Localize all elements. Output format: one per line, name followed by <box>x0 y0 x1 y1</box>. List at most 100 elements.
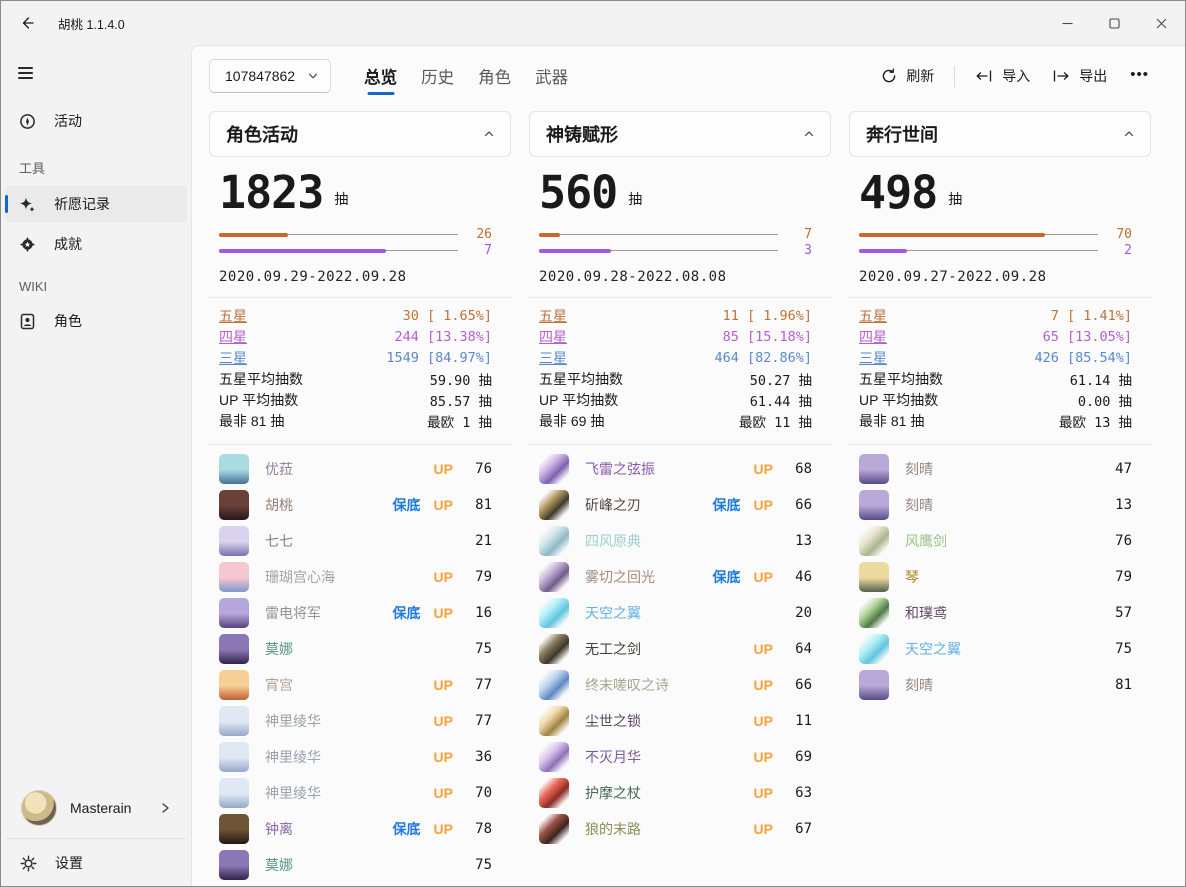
star-filter-link[interactable]: 三星 <box>539 348 567 368</box>
sidebar-divider <box>6 838 186 839</box>
total-pulls-unit: 抽 <box>628 189 642 209</box>
item-pull-count: 13 <box>1106 497 1132 513</box>
refresh-icon <box>881 68 897 84</box>
minimize-button[interactable] <box>1044 1 1091 45</box>
export-label: 导出 <box>1079 66 1107 86</box>
item-name: 刻晴 <box>905 675 1093 695</box>
star-filter-link[interactable]: 五星 <box>859 306 887 326</box>
nav-menu-button[interactable] <box>15 57 51 89</box>
banner-header[interactable]: 神铸赋形 <box>529 111 831 157</box>
stat-row: 五星平均抽数 61.14 抽 <box>859 369 1132 390</box>
list-item: 雷电将军 保底UP16 <box>219 595 492 631</box>
stat-row: UP 平均抽数 61.44 抽 <box>539 390 812 411</box>
star-filter-link[interactable]: 三星 <box>219 348 247 368</box>
item-avatar <box>859 490 889 520</box>
item-avatar <box>219 634 249 664</box>
item-name: 珊瑚宫心海 <box>265 567 421 587</box>
guarantee-badge: 保底 <box>713 495 741 515</box>
item-avatar <box>859 598 889 628</box>
item-avatar <box>219 814 249 844</box>
up-badge: UP <box>754 569 773 585</box>
toolbar: 107847862 总览 历史 角色 武器 刷新 <box>192 46 1185 98</box>
item-pull-count: 75 <box>466 857 492 873</box>
up-badge: UP <box>754 749 773 765</box>
stat-row: 三星 426 [85.54%] <box>859 348 1132 369</box>
uid-select[interactable]: 107847862 <box>209 59 331 93</box>
item-name: 护摩之杖 <box>585 783 741 803</box>
refresh-button[interactable]: 刷新 <box>870 59 945 93</box>
list-item: 优菈 UP76 <box>219 451 492 487</box>
stat-row: 五星平均抽数 59.90 抽 <box>219 369 492 390</box>
tab-character[interactable]: 角色 <box>466 54 523 98</box>
item-pull-count: 47 <box>1106 461 1132 477</box>
star-filter-link[interactable]: 五星 <box>219 306 247 326</box>
item-name: 莫娜 <box>265 639 453 659</box>
up-badge: UP <box>754 677 773 693</box>
sidebar-item-character[interactable]: 角色 <box>5 303 187 339</box>
five-star-pity-value: 26 <box>464 227 492 242</box>
close-button[interactable] <box>1138 1 1185 45</box>
tab-overview[interactable]: 总览 <box>352 54 409 98</box>
star-filter-link[interactable]: 五星 <box>539 306 567 326</box>
up-badge: UP <box>434 785 453 801</box>
more-button[interactable]: ••• <box>1118 59 1161 93</box>
list-item: 琴 79 <box>859 559 1132 595</box>
item-avatar <box>219 778 249 808</box>
star-filter-link[interactable]: 三星 <box>859 348 887 368</box>
star-filter-link[interactable]: 四星 <box>859 327 887 347</box>
item-name: 琴 <box>905 567 1093 587</box>
export-button[interactable]: 导出 <box>1041 59 1118 93</box>
item-name: 天空之翼 <box>585 603 773 623</box>
item-avatar <box>219 598 249 628</box>
item-avatar <box>539 526 569 556</box>
list-item: 天空之翼 20 <box>539 595 812 631</box>
item-avatar <box>539 742 569 772</box>
list-item: 宵宫 UP77 <box>219 667 492 703</box>
item-pull-count: 75 <box>1106 641 1132 657</box>
up-badge: UP <box>434 677 453 693</box>
banner-title: 神铸赋形 <box>546 121 618 147</box>
date-range: 2020.09.27-2022.09.28 <box>849 259 1151 285</box>
sidebar: 活动 工具 祈愿记录 成就 WIKI 角色 <box>1 45 191 886</box>
item-name: 神里绫华 <box>265 747 421 767</box>
item-pull-count: 81 <box>466 497 492 513</box>
pity-bars: 70 2 <box>849 216 1151 259</box>
tab-history[interactable]: 历史 <box>409 54 466 98</box>
back-button[interactable] <box>11 8 43 38</box>
back-arrow-icon <box>19 15 35 31</box>
banner-header[interactable]: 奔行世间 <box>849 111 1151 157</box>
item-avatar <box>219 850 249 880</box>
chevron-up-icon <box>1123 128 1135 140</box>
stat-row: 三星 464 [82.86%] <box>539 348 812 369</box>
sidebar-item-settings[interactable]: 设置 <box>5 844 187 882</box>
up-badge: UP <box>754 461 773 477</box>
item-avatar <box>859 526 889 556</box>
sidebar-item-wishes[interactable]: 祈愿记录 <box>5 186 187 222</box>
import-button[interactable]: 导入 <box>964 59 1041 93</box>
banner-header[interactable]: 角色活动 <box>209 111 511 157</box>
chevron-up-icon <box>483 128 495 140</box>
list-item: 神里绫华 UP36 <box>219 739 492 775</box>
total-pulls-value: 498 <box>859 170 937 216</box>
total-pulls-unit: 抽 <box>334 189 348 209</box>
maximize-icon <box>1109 18 1120 29</box>
sidebar-item-achievements[interactable]: 成就 <box>5 226 187 262</box>
user-profile-button[interactable]: Masterain <box>5 784 187 832</box>
character-card-icon <box>18 313 37 330</box>
star-filter-link[interactable]: 四星 <box>219 327 247 347</box>
item-name: 狼的末路 <box>585 819 741 839</box>
stat-row: 最非 69 抽 最欧 11 抽 <box>539 411 812 432</box>
list-item: 天空之翼 75 <box>859 631 1132 667</box>
uid-value: 107847862 <box>225 68 295 84</box>
maximize-button[interactable] <box>1091 1 1138 45</box>
sidebar-item-activity[interactable]: 活动 <box>5 103 187 139</box>
item-name: 飞雷之弦振 <box>585 459 741 479</box>
item-avatar <box>539 706 569 736</box>
item-avatar <box>539 634 569 664</box>
tab-weapon[interactable]: 武器 <box>523 54 580 98</box>
total-pulls-value: 560 <box>539 170 617 216</box>
item-avatar <box>539 814 569 844</box>
five-star-pity-value: 70 <box>1104 227 1132 242</box>
star-filter-link[interactable]: 四星 <box>539 327 567 347</box>
banner-title: 奔行世间 <box>866 121 938 147</box>
